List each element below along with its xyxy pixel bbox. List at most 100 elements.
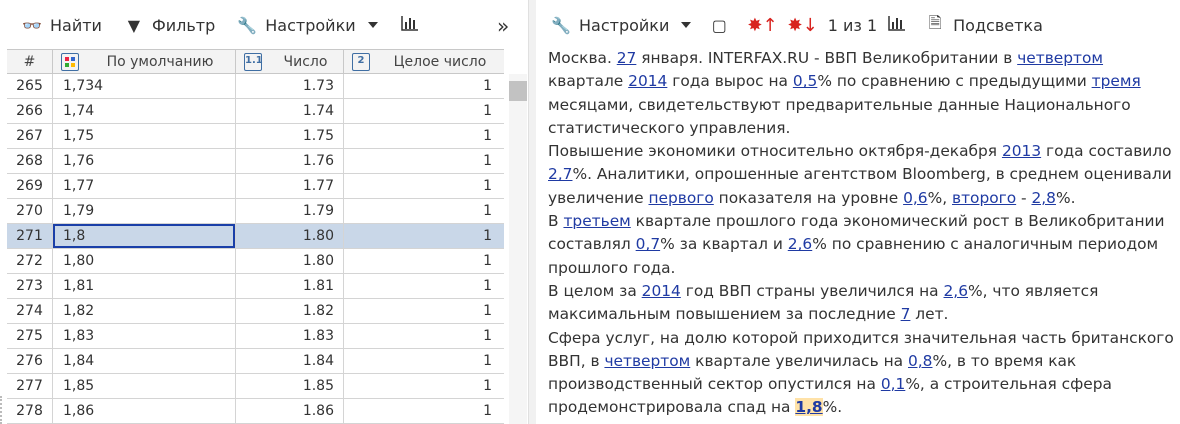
integer-cell[interactable]: 1 xyxy=(344,174,504,198)
entity-link[interactable]: второго xyxy=(952,189,1016,207)
integer-cell[interactable]: 1 xyxy=(344,199,504,223)
entity-link[interactable]: 0,5 xyxy=(793,72,817,90)
row-number-cell[interactable]: 276 xyxy=(7,349,53,373)
highlight-button[interactable]: 🗎 Подсветка xyxy=(925,12,1043,39)
number-cell[interactable]: 1.77 xyxy=(236,174,344,198)
number-cell[interactable]: 1.74 xyxy=(236,99,344,123)
entity-link[interactable]: 2014 xyxy=(642,282,681,300)
entity-link[interactable]: 2014 xyxy=(628,72,667,90)
scrollbar-thumb[interactable] xyxy=(509,81,527,101)
default-cell[interactable]: 1,80 xyxy=(53,249,236,273)
entity-link[interactable]: 7 xyxy=(901,305,911,323)
integer-cell[interactable]: 1 xyxy=(344,374,504,398)
chart-button[interactable] xyxy=(887,15,907,35)
integer-cell[interactable]: 1 xyxy=(344,324,504,348)
table-row[interactable]: 269 1,77 1.77 1 xyxy=(7,174,504,199)
integer-cell[interactable]: 1 xyxy=(344,249,504,273)
default-cell[interactable]: 1,79 xyxy=(53,199,236,223)
row-number-cell[interactable]: 268 xyxy=(7,149,53,173)
integer-cell[interactable]: 1 xyxy=(344,74,504,98)
row-number-cell[interactable]: 274 xyxy=(7,299,53,323)
number-cell[interactable]: 1.81 xyxy=(236,274,344,298)
pane-splitter[interactable] xyxy=(528,0,536,424)
number-cell[interactable]: 1.80 xyxy=(236,224,344,248)
number-cell[interactable]: 1.84 xyxy=(236,349,344,373)
default-cell[interactable]: 1,83 xyxy=(53,324,236,348)
prev-match-button[interactable]: ✸↑ xyxy=(747,15,777,36)
default-cell[interactable]: 1,77 xyxy=(53,174,236,198)
table-row[interactable]: 274 1,82 1.82 1 xyxy=(7,299,504,324)
default-cell[interactable]: 1,84 xyxy=(53,349,236,373)
resize-handle[interactable] xyxy=(0,396,4,424)
number-cell[interactable]: 1.76 xyxy=(236,149,344,173)
number-cell[interactable]: 1.80 xyxy=(236,249,344,273)
entity-link[interactable]: 2013 xyxy=(1002,142,1041,160)
entity-link[interactable]: 0,8 xyxy=(908,352,932,370)
default-cell[interactable]: 1,86 xyxy=(53,399,236,423)
column-header-default[interactable]: По умолчанию xyxy=(53,50,236,73)
table-row[interactable]: 267 1,75 1.75 1 xyxy=(7,124,504,149)
default-cell[interactable]: 1,76 xyxy=(53,149,236,173)
table-row[interactable]: 277 1,85 1.85 1 xyxy=(7,374,504,399)
settings-dropdown[interactable]: 🔧 Настройки xyxy=(551,16,692,35)
row-number-cell[interactable]: 272 xyxy=(7,249,53,273)
highlighted-entity-link[interactable]: 1,8 xyxy=(795,398,823,417)
integer-cell[interactable]: 1 xyxy=(344,124,504,148)
default-cell[interactable]: 1,8 xyxy=(53,224,236,248)
default-cell[interactable]: 1,75 xyxy=(53,124,236,148)
entity-link[interactable]: 2,6 xyxy=(944,282,968,300)
entity-link[interactable]: 27 xyxy=(617,49,637,67)
entity-link[interactable]: третьем xyxy=(563,212,630,230)
integer-cell[interactable]: 1 xyxy=(344,399,504,423)
entity-link[interactable]: четвертом xyxy=(604,352,690,370)
integer-cell[interactable]: 1 xyxy=(344,299,504,323)
number-cell[interactable]: 1.79 xyxy=(236,199,344,223)
chart-button[interactable] xyxy=(400,15,420,35)
default-cell[interactable]: 1,81 xyxy=(53,274,236,298)
row-number-cell[interactable]: 277 xyxy=(7,374,53,398)
integer-cell[interactable]: 1 xyxy=(344,99,504,123)
number-cell[interactable]: 1.82 xyxy=(236,299,344,323)
table-row[interactable]: 278 1,86 1.86 1 xyxy=(7,399,504,424)
row-number-cell[interactable]: 266 xyxy=(7,99,53,123)
row-number-cell[interactable]: 267 xyxy=(7,124,53,148)
column-header-number[interactable]: 1.1 Число xyxy=(236,50,344,73)
entity-link[interactable]: 2,8 xyxy=(1031,189,1055,207)
table-row[interactable]: 272 1,80 1.80 1 xyxy=(7,249,504,274)
table-row[interactable]: 270 1,79 1.79 1 xyxy=(7,199,504,224)
settings-dropdown[interactable]: 🔧 Настройки xyxy=(237,16,378,35)
number-cell[interactable]: 1.83 xyxy=(236,324,344,348)
entity-link[interactable]: 2,6 xyxy=(788,235,812,253)
entity-link[interactable]: 2,7 xyxy=(548,165,572,183)
entity-link[interactable]: 0,1 xyxy=(881,375,905,393)
row-number-cell[interactable]: 269 xyxy=(7,174,53,198)
row-number-cell[interactable]: 273 xyxy=(7,274,53,298)
entity-link[interactable]: четвертом xyxy=(1017,49,1103,67)
row-number-cell[interactable]: 265 xyxy=(7,74,53,98)
next-match-button[interactable]: ✸↓ xyxy=(788,15,818,36)
entity-link[interactable]: тремя xyxy=(1092,72,1141,90)
table-row[interactable]: 276 1,84 1.84 1 xyxy=(7,349,504,374)
default-cell[interactable]: 1,734 xyxy=(53,74,236,98)
table-row[interactable]: 268 1,76 1.76 1 xyxy=(7,149,504,174)
default-cell[interactable]: 1,82 xyxy=(53,299,236,323)
integer-cell[interactable]: 1 xyxy=(344,149,504,173)
column-header-index[interactable]: # xyxy=(7,50,53,73)
default-cell[interactable]: 1,74 xyxy=(53,99,236,123)
number-cell[interactable]: 1.73 xyxy=(236,74,344,98)
note-button[interactable]: ▢ xyxy=(709,16,729,35)
number-cell[interactable]: 1.85 xyxy=(236,374,344,398)
vertical-scrollbar[interactable] xyxy=(509,74,527,424)
integer-cell[interactable]: 1 xyxy=(344,224,504,248)
entity-link[interactable]: 0,6 xyxy=(903,189,927,207)
row-number-cell[interactable]: 270 xyxy=(7,199,53,223)
number-cell[interactable]: 1.75 xyxy=(236,124,344,148)
row-number-cell[interactable]: 278 xyxy=(7,399,53,423)
table-row[interactable]: 266 1,74 1.74 1 xyxy=(7,99,504,124)
filter-button[interactable]: ▼ Фильтр xyxy=(124,16,215,35)
entity-link[interactable]: 0,7 xyxy=(636,235,660,253)
table-row[interactable]: 265 1,734 1.73 1 xyxy=(7,74,504,99)
table-row[interactable]: 275 1,83 1.83 1 xyxy=(7,324,504,349)
table-row[interactable]: 271 1,8 1.80 1 xyxy=(7,224,504,249)
row-number-cell[interactable]: 275 xyxy=(7,324,53,348)
